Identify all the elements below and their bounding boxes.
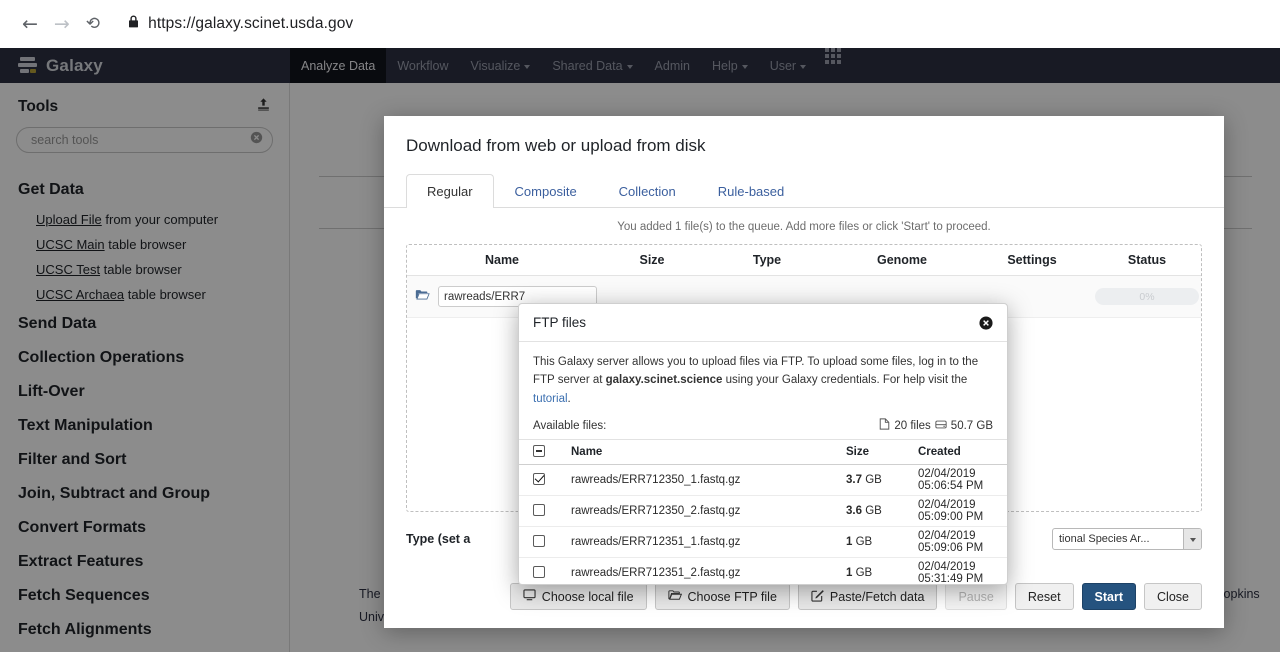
progress-bar: 0% [1095,288,1199,305]
file-created: 02/04/2019 05:06:54 PM [918,468,984,493]
tutorial-link[interactable]: tutorial [533,393,568,405]
address-bar[interactable]: https://galaxy.scinet.usda.gov [116,9,1266,39]
start-button[interactable]: Start [1081,583,1137,610]
galaxy-app: Galaxy Analyze Data Workflow Visualize S… [0,48,1280,652]
reset-button[interactable]: Reset [1014,583,1074,610]
tab-collection[interactable]: Collection [598,174,697,208]
chevron-down-icon [1183,529,1201,549]
close-circle-icon[interactable] [979,315,993,330]
ftp-available-row: Available files: 20 files 50.7 GB [519,416,1007,439]
file-size-value: 3.6 [846,505,862,518]
button-label: Reset [1027,589,1061,604]
table-row[interactable]: rawreads/ERR712350_2.fastq.gz 3.6 GB 02/… [519,496,1007,528]
file-size-unit: GB [855,536,873,549]
ftp-desc-part2: using your Galaxy credentials. For help … [722,374,968,387]
lock-icon [128,15,139,33]
column-header-genome: Genome [876,253,927,267]
file-size: 1 GB [846,567,918,579]
file-created: 02/04/2019 05:31:49 PM [918,561,984,584]
column-header-created: Created [918,446,961,459]
select-all-checkbox[interactable] [533,444,571,460]
column-header-size: Size [639,253,665,267]
row-checkbox[interactable] [533,534,571,550]
files-count: 20 files [894,419,931,432]
ftp-desc-end: . [567,392,571,405]
file-size-unit: GB [865,505,882,518]
file-size-value: 1 [846,567,853,580]
button-label: Start [1094,589,1124,604]
ftp-server-name: galaxy.scinet.science [605,374,723,387]
file-size-unit: GB [855,567,873,580]
edit-square-icon [811,589,824,605]
close-button[interactable]: Close [1144,583,1202,610]
genome-select[interactable]: tional Species Ar... [1052,528,1202,550]
ftp-table-header: Name Size Created [519,439,1007,466]
column-header-settings: Settings [1007,253,1057,267]
file-name: rawreads/ERR712350_2.fastq.gz [571,505,741,518]
ftp-files-table: Name Size Created rawreads/ERR712350_1.f… [519,439,1007,584]
button-label: Choose FTP file [687,589,777,604]
ftp-modal-header: FTP files [519,304,1007,342]
available-files-label: Available files: [533,419,607,432]
file-name: rawreads/ERR712351_2.fastq.gz [571,567,741,580]
file-size-value: 3.7 [846,474,862,487]
button-label: Pause [958,589,994,604]
file-size: 1 GB [846,536,918,548]
table-row[interactable]: rawreads/ERR712351_1.fastq.gz 1 GB 02/04… [519,527,1007,559]
button-label: Close [1157,589,1189,604]
file-size-unit: GB [865,474,882,487]
url-text: https://galaxy.scinet.usda.gov [148,15,354,32]
queue-header-row: Name Size Type Genome Settings Status [407,245,1201,276]
choose-local-file-button[interactable]: Choose local file [509,583,647,610]
pause-button[interactable]: Pause [945,583,1007,610]
column-header-name: Name [571,446,603,459]
column-header-name: Name [484,253,520,267]
back-arrow-icon[interactable]: ← [22,14,38,34]
reload-icon[interactable]: ⟳ [86,14,100,34]
file-created: 02/04/2019 05:09:00 PM [918,499,984,524]
monitor-icon [523,589,536,604]
row-checkbox[interactable] [533,472,571,488]
ftp-modal-title: FTP files [533,315,587,330]
ftp-description: This Galaxy server allows you to upload … [519,342,1007,416]
folder-open-icon [667,589,682,604]
column-header-size: Size [846,446,870,459]
file-icon [879,418,890,433]
tab-rule-based[interactable]: Rule-based [697,174,806,208]
column-header-type: Type [752,253,782,267]
database-icon [935,419,947,433]
tab-composite[interactable]: Composite [494,174,598,208]
upload-modal-title: Download from web or upload from disk [406,136,706,155]
ftp-files-modal: FTP files This Galaxy server allows you … [518,303,1008,585]
file-size: 3.6 GB [846,505,918,517]
file-name: rawreads/ERR712350_1.fastq.gz [571,474,741,487]
tab-regular[interactable]: Regular [406,174,494,208]
folder-open-icon [415,288,430,306]
ftp-summary-badges: 20 files 50.7 GB [879,418,993,433]
file-created: 02/04/2019 05:09:06 PM [918,530,984,555]
row-checkbox[interactable] [533,565,571,581]
forward-arrow-icon[interactable]: → [54,14,70,34]
queue-hint: You added 1 file(s) to the queue. Add mo… [617,221,991,233]
file-size: 3.7 GB [846,474,918,486]
column-header-status: Status [1127,253,1167,267]
paste-fetch-data-button[interactable]: Paste/Fetch data [797,583,938,610]
upload-modal-tabs: Regular Composite Collection Rule-based [384,174,1224,208]
table-row[interactable]: rawreads/ERR712350_1.fastq.gz 3.7 GB 02/… [519,465,1007,497]
choose-ftp-file-button[interactable]: Choose FTP file [654,583,790,610]
table-row[interactable]: rawreads/ERR712351_2.fastq.gz 1 GB 02/04… [519,558,1007,584]
type-label: Type (set a [406,532,471,546]
file-name: rawreads/ERR712351_1.fastq.gz [571,536,741,549]
file-size-value: 1 [846,536,853,549]
row-checkbox[interactable] [533,503,571,519]
total-size: 50.7 GB [950,419,993,432]
browser-toolbar: ← → ⟳ https://galaxy.scinet.usda.gov [0,0,1280,48]
button-label: Paste/Fetch data [829,589,925,604]
genome-select-value: tional Species Ar... [1059,533,1150,545]
button-label: Choose local file [541,589,634,604]
